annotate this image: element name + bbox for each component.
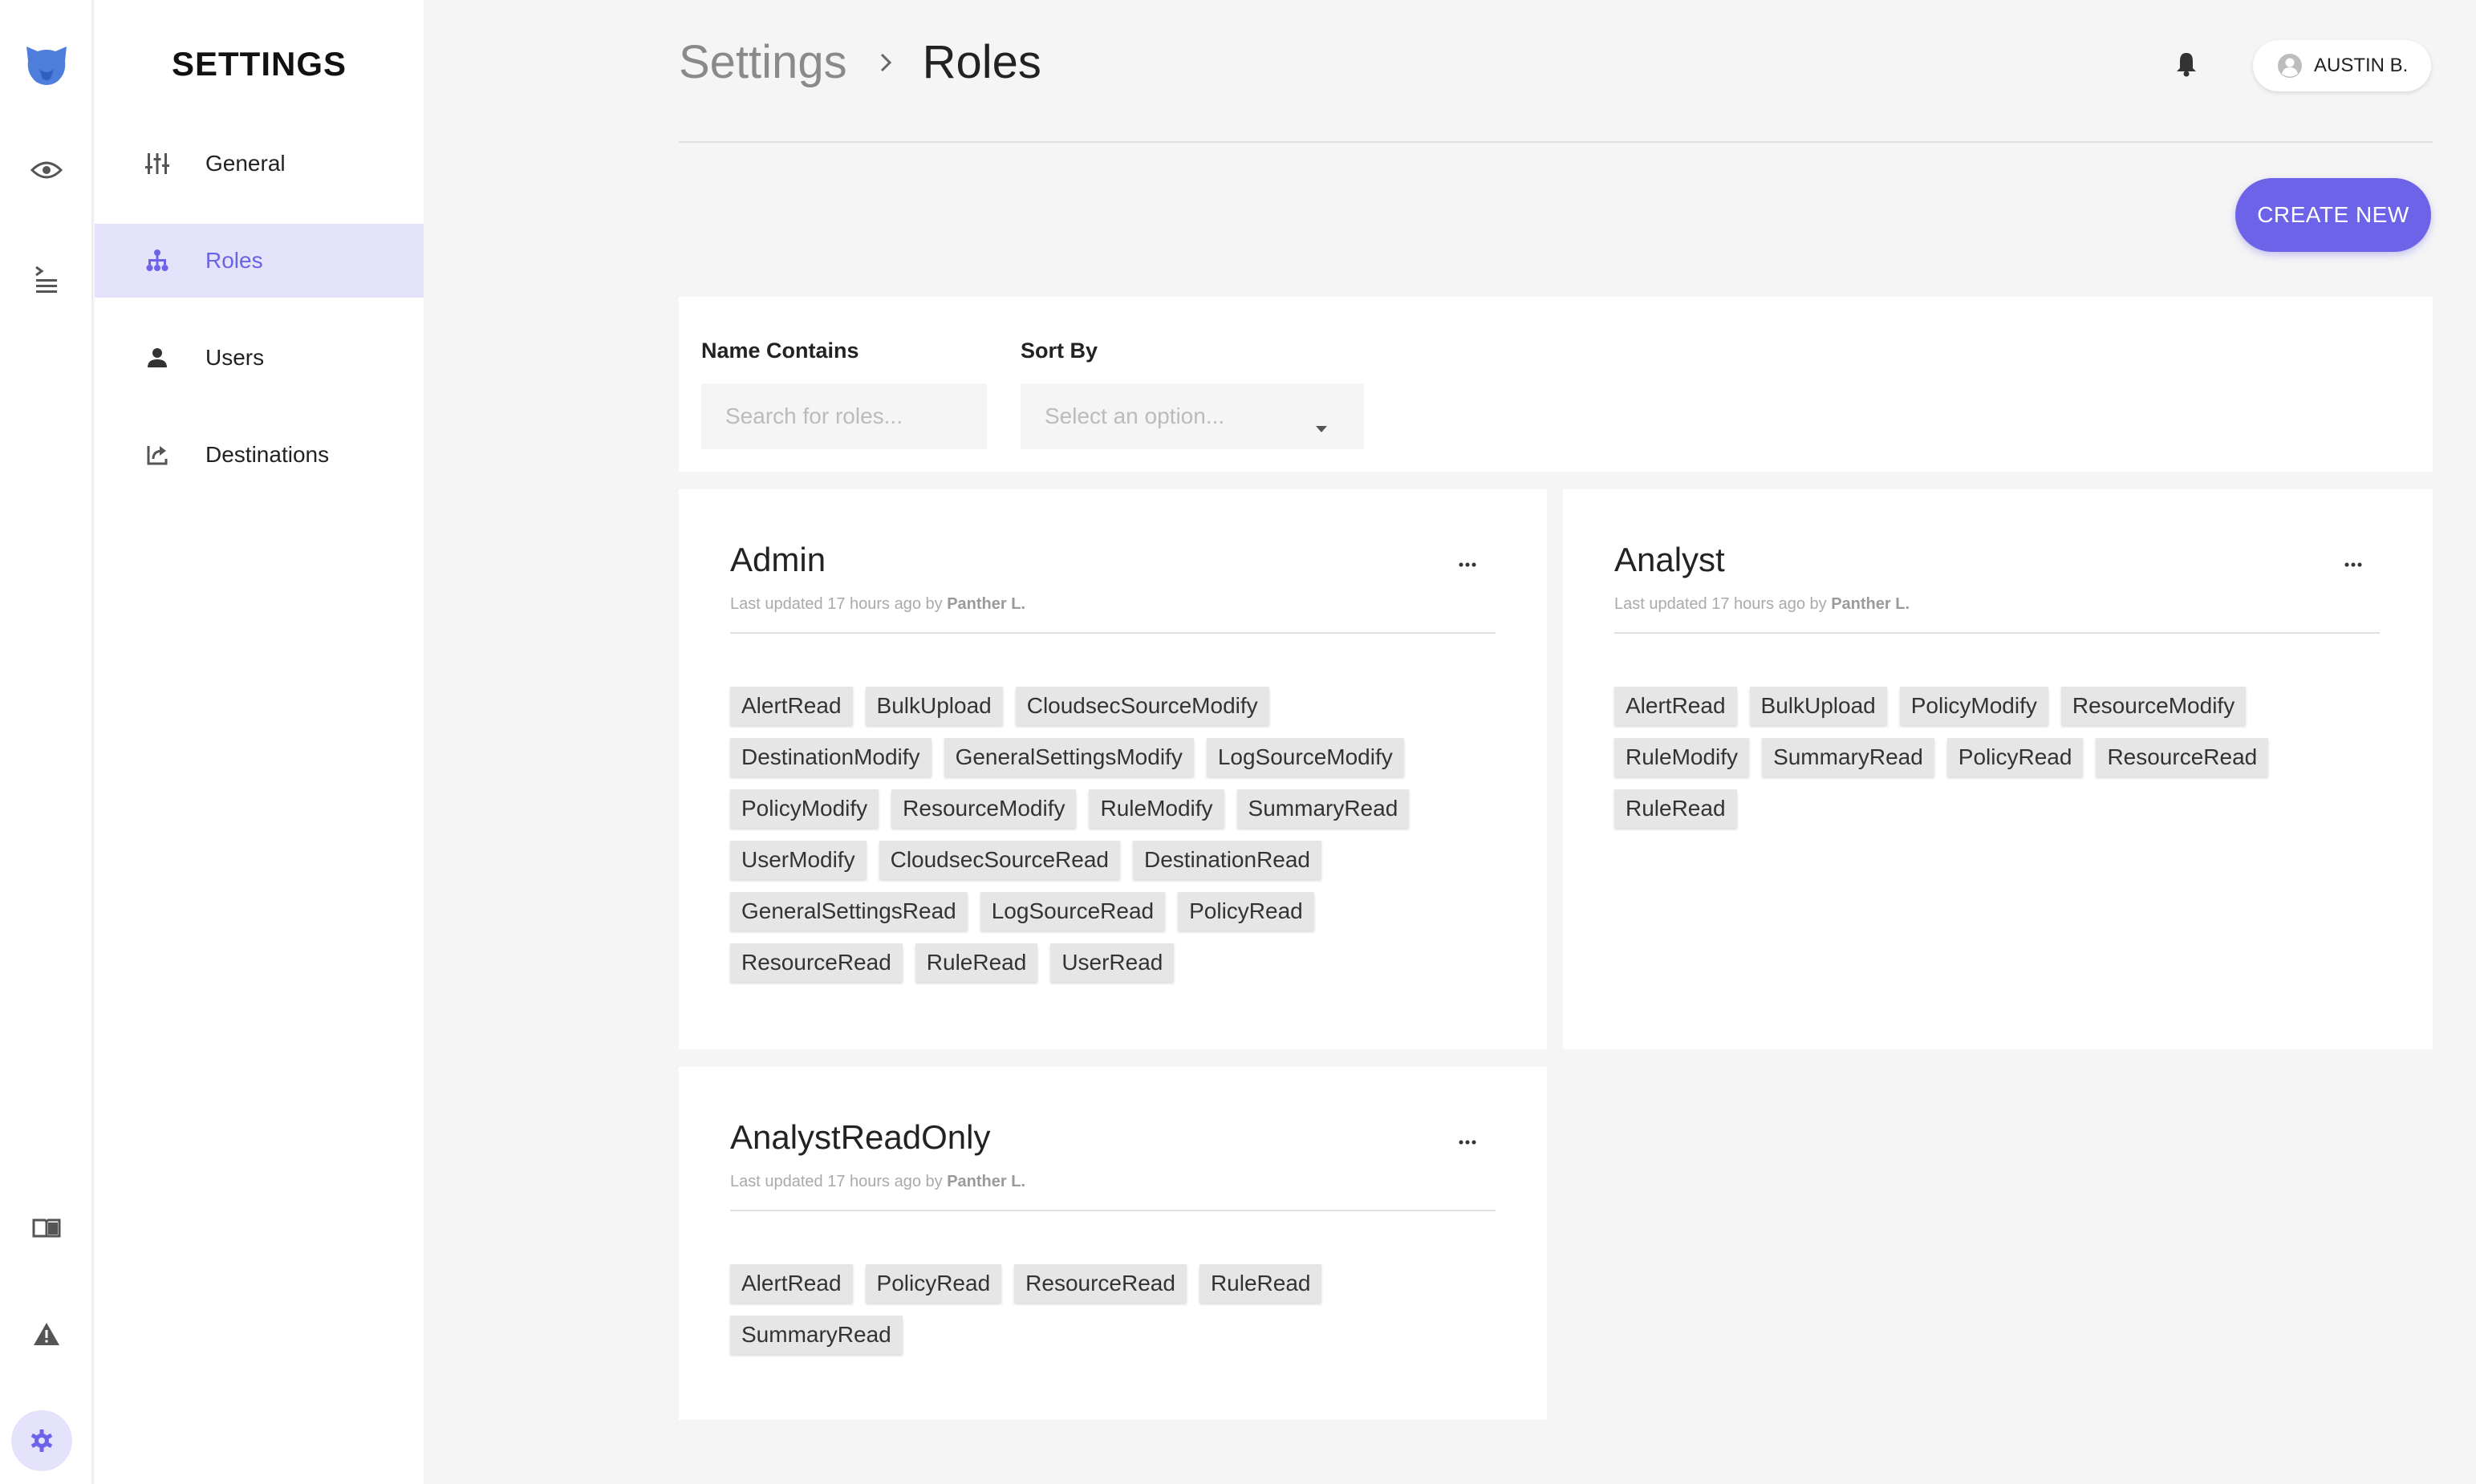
role-name: Admin [730, 541, 826, 578]
meta-author: Panther L. [947, 1173, 1026, 1190]
hierarchy-icon [144, 248, 170, 274]
permission-tag: LogSourceRead [980, 892, 1166, 931]
chevron-right-icon [879, 52, 892, 73]
permission-tag: BulkUpload [1749, 687, 1887, 725]
sidebar-item-users[interactable]: Users [95, 321, 424, 395]
sort-by-placeholder: Select an option... [1045, 403, 1225, 428]
permission-tag: PolicyModify [1899, 687, 2048, 725]
meta-prefix: Last updated 17 hours ago by [730, 595, 943, 613]
sidebar-item-label: Roles [205, 248, 263, 273]
permission-tag: DestinationModify [730, 738, 932, 776]
role-card-admin: Admin Last updated 17 hours ago by Panth… [679, 489, 1547, 1049]
permission-tag: GeneralSettingsModify [944, 738, 1194, 776]
meta-prefix: Last updated 17 hours ago by [1614, 595, 1827, 613]
sort-by-select[interactable]: Select an option... [1021, 383, 1364, 449]
card-divider [730, 1210, 1496, 1211]
permission-tags: AlertRead BulkUpload CloudsecSourceModify D… [730, 687, 1452, 982]
permission-tag: SummaryRead [1236, 789, 1410, 828]
permission-tag: UserRead [1050, 943, 1175, 982]
panther-logo-icon[interactable] [0, 42, 93, 88]
gear-icon [30, 1429, 53, 1452]
icon-rail [0, 0, 93, 1484]
permission-tag: SummaryRead [730, 1316, 903, 1354]
permission-tag: ResourceRead [1014, 1264, 1187, 1303]
sidebar-item-destinations[interactable]: Destinations [95, 418, 424, 492]
user-menu-button[interactable]: AUSTIN B. [2253, 40, 2431, 91]
permission-tag: PolicyModify [730, 789, 879, 828]
role-name: AnalystReadOnly [730, 1118, 991, 1156]
sidebar-item-roles[interactable]: Roles [95, 224, 424, 298]
sidebar-item-label: Destinations [205, 442, 330, 467]
permission-tag: RuleRead [1199, 1264, 1322, 1303]
permission-tag: RuleRead [1614, 789, 1737, 828]
role-name: Analyst [1614, 541, 1725, 578]
permission-tag: PolicyRead [865, 1264, 1002, 1303]
permission-tag: UserModify [730, 841, 867, 879]
meta-author: Panther L. [1831, 595, 1910, 613]
permission-tag: AlertRead [730, 1264, 853, 1303]
meta-prefix: Last updated 17 hours ago by [730, 1173, 943, 1190]
create-new-button[interactable]: CREATE NEW [2235, 178, 2431, 252]
permission-tag: ResourceModify [2060, 687, 2247, 725]
role-meta: Last updated 17 hours ago by Panther L. [1614, 595, 1910, 614]
role-card-analyst: Analyst Last updated 17 hours ago by Pan… [1563, 489, 2433, 1049]
permission-tag: ResourceModify [891, 789, 1077, 828]
caret-down-icon [1316, 412, 1327, 438]
role-search-input[interactable] [701, 383, 987, 449]
sidebar-item-label: General [205, 151, 286, 176]
permission-tag: RuleRead [915, 943, 1038, 982]
settings-gear-button[interactable] [11, 1410, 72, 1471]
permission-tags: AlertRead BulkUpload PolicyModify ResourceM… [1614, 687, 2288, 828]
permission-tag: ResourceRead [2096, 738, 2269, 776]
share-destination-icon [144, 442, 170, 468]
avatar-icon [2277, 53, 2303, 79]
user-name: AUSTIN B. [2314, 55, 2409, 76]
permission-tag: CloudsecSourceModify [1015, 687, 1269, 725]
person-icon [144, 345, 170, 371]
sidebar-title: SETTINGS [171, 45, 347, 83]
permission-tag: CloudsecSourceRead [879, 841, 1120, 879]
filter-panel: Name Contains Sort By Select an option..… [679, 297, 2433, 472]
meta-author: Panther L. [947, 595, 1026, 613]
permission-tag: DestinationRead [1132, 841, 1322, 879]
role-meta: Last updated 17 hours ago by Panther L. [730, 1173, 1025, 1191]
permission-tags: AlertRead PolicyRead ResourceRead RuleRead S… [730, 1264, 1340, 1354]
permission-tag: PolicyRead [1946, 738, 2084, 776]
more-options-icon[interactable] [1459, 557, 1476, 571]
sidebar-item-general[interactable]: General [95, 127, 424, 201]
permission-tag: BulkUpload [865, 687, 1003, 725]
breadcrumb-settings-link[interactable]: Settings [679, 35, 847, 89]
more-options-icon[interactable] [2344, 557, 2362, 571]
eye-icon[interactable] [0, 159, 93, 181]
card-divider [730, 632, 1496, 634]
card-divider [1614, 632, 2380, 634]
book-icon[interactable] [0, 1218, 93, 1239]
role-meta: Last updated 17 hours ago by Panther L. [730, 595, 1025, 614]
header-divider [679, 141, 2433, 143]
role-card-analystreadonly: AnalystReadOnly Last updated 17 hours ag… [679, 1067, 1547, 1420]
permission-tag: RuleModify [1089, 789, 1224, 828]
page-title: Roles [922, 36, 1041, 88]
sidebar-item-label: Users [205, 345, 265, 370]
permission-tag: LogSourceModify [1206, 738, 1404, 776]
sort-by-label: Sort By [1021, 339, 1098, 363]
warning-icon[interactable] [0, 1322, 93, 1346]
bell-icon[interactable] [2176, 51, 2197, 81]
more-options-icon[interactable] [1459, 1134, 1476, 1149]
permission-tag: AlertRead [1614, 687, 1737, 725]
breadcrumb: Settings Roles [679, 35, 1041, 89]
sliders-icon [144, 151, 170, 176]
log-list-icon[interactable] [0, 265, 93, 294]
permission-tag: AlertRead [730, 687, 853, 725]
permission-tag: GeneralSettingsRead [730, 892, 968, 931]
permission-tag: RuleModify [1614, 738, 1750, 776]
permission-tag: ResourceRead [730, 943, 903, 982]
permission-tag: PolicyRead [1178, 892, 1314, 931]
name-contains-label: Name Contains [701, 339, 859, 363]
settings-sidebar: SETTINGS General Roles Users Destination… [95, 0, 424, 1484]
permission-tag: SummaryRead [1762, 738, 1934, 776]
